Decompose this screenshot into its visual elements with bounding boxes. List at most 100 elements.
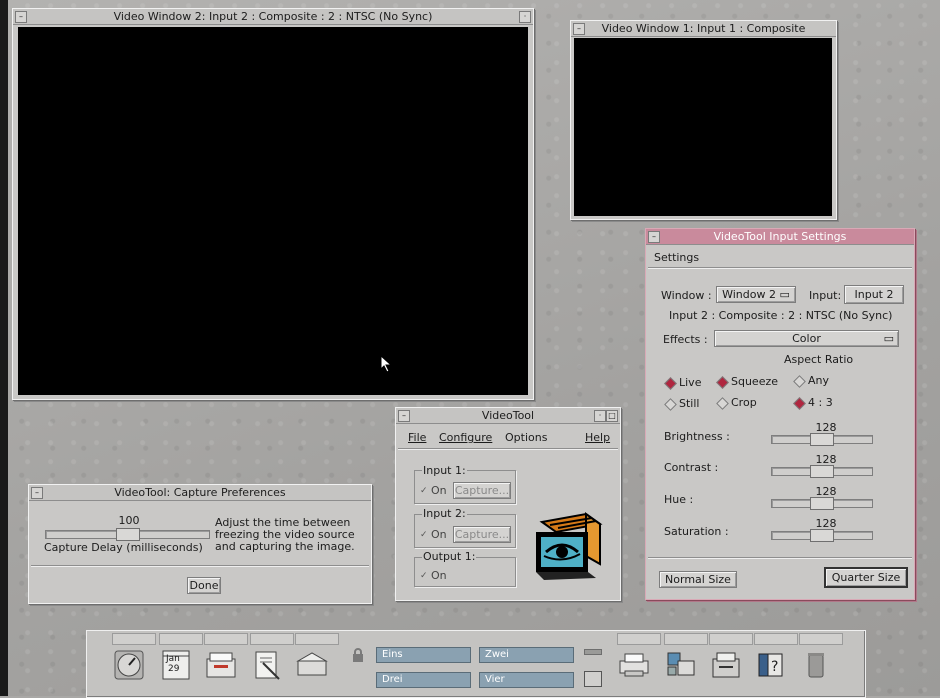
videotool-window[interactable]: VideoTool – · □ File Configure Options H…	[395, 407, 621, 601]
aspect-ratio-label: Aspect Ratio	[784, 353, 854, 366]
menu-help[interactable]: Help	[585, 431, 610, 444]
menu-configure[interactable]: Configure	[439, 431, 492, 444]
hue-slider[interactable]	[771, 497, 873, 510]
capture-prefs-title: VideoTool: Capture Preferences	[114, 486, 286, 499]
capture-prefs-titlebar[interactable]: VideoTool: Capture Preferences	[29, 485, 371, 501]
radio-4-3[interactable]: 4 : 3	[793, 396, 833, 410]
style-manager-icon[interactable]	[664, 649, 698, 683]
video-window-2-title: Video Window 2: Input 2 : Composite : 2 …	[113, 10, 433, 23]
video-window-2-titlebar[interactable]: Video Window 2: Input 2 : Composite : 2 …	[13, 9, 533, 25]
lock-icon[interactable]	[352, 647, 364, 666]
text-editor-icon[interactable]	[250, 649, 284, 683]
radio-still[interactable]: Still	[664, 397, 699, 411]
video-window-1-titlebar[interactable]: Video Window 1: Input 1 : Composite	[571, 21, 836, 37]
check-icon: ✓	[420, 485, 428, 496]
capture-help-line3: and capturing the image.	[215, 540, 355, 553]
quarter-size-button[interactable]: Quarter Size	[824, 567, 908, 588]
input-label: Input:	[809, 289, 842, 302]
saturation-slider[interactable]	[771, 529, 873, 542]
dock-subpanel-tab[interactable]	[664, 633, 708, 645]
input2-label: Input 2:	[422, 507, 467, 520]
capture-delay-value: 100	[118, 514, 140, 527]
dock-subpanel-tab[interactable]	[799, 633, 843, 645]
videotool-titlebar[interactable]: VideoTool	[396, 408, 620, 424]
window-menu-button[interactable]: –	[648, 231, 660, 243]
input1-on-checkbox[interactable]: ✓ On	[420, 484, 447, 497]
capture-delay-slider[interactable]	[45, 528, 210, 541]
effects-select[interactable]: Color ▭	[714, 330, 899, 347]
hue-label: Hue :	[664, 493, 694, 506]
dock-subpanel-tab[interactable]	[112, 633, 156, 645]
maximize-button[interactable]: □	[606, 410, 618, 422]
contrast-slider[interactable]	[771, 465, 873, 478]
slider-thumb[interactable]	[810, 465, 834, 478]
input-button[interactable]: Input 2	[844, 285, 904, 304]
workspace-vier[interactable]: Vier	[479, 672, 574, 688]
workspace-drei[interactable]: Drei	[376, 672, 471, 688]
screen-bezel	[0, 0, 8, 696]
calendar-month: Jan	[166, 654, 180, 664]
workspace-zwei[interactable]: Zwei	[479, 647, 574, 663]
video-window-1[interactable]: Video Window 1: Input 1 : Composite –	[570, 20, 837, 220]
exit-icon[interactable]	[584, 671, 602, 687]
video-window-2[interactable]: Video Window 2: Input 2 : Composite : 2 …	[12, 8, 534, 400]
minimize-button[interactable]: ·	[594, 410, 606, 422]
effects-label: Effects :	[663, 333, 708, 346]
radio-on-icon	[716, 375, 729, 389]
calendar-icon[interactable]: Jan 29	[159, 649, 193, 683]
help-manager-icon[interactable]: ?	[754, 649, 788, 683]
source-info: Input 2 : Composite : 2 : NTSC (No Sync)	[669, 309, 893, 322]
slider-thumb[interactable]	[810, 433, 834, 446]
input-settings-title: VideoTool Input Settings	[713, 230, 847, 243]
calendar-day: 29	[168, 664, 180, 674]
front-panel: Jan 29 Eins Zwei Drei Vier ?	[86, 630, 866, 698]
videotool-title: VideoTool	[481, 409, 535, 422]
radio-squeeze[interactable]: Squeeze	[716, 375, 778, 389]
menu-options[interactable]: Options	[505, 431, 547, 444]
radio-crop[interactable]: Crop	[716, 396, 757, 410]
input1-capture-button[interactable]: Capture...	[453, 482, 511, 499]
video-display-2	[18, 27, 528, 395]
dock-subpanel-tab[interactable]	[754, 633, 798, 645]
application-manager-icon[interactable]	[709, 649, 743, 683]
dock-subpanel-tab[interactable]	[159, 633, 203, 645]
menu-file[interactable]: File	[408, 431, 426, 444]
chevron-down-icon: ▭	[883, 332, 894, 345]
radio-any[interactable]: Any	[793, 374, 829, 388]
window-select[interactable]: Window 2 ▭	[716, 286, 796, 303]
check-icon: ✓	[420, 529, 428, 540]
minimize-button[interactable]: ·	[519, 11, 531, 23]
dock-subpanel-tab[interactable]	[295, 633, 339, 645]
dock-subpanel-tab[interactable]	[250, 633, 294, 645]
output1-on-checkbox[interactable]: ✓ On	[420, 569, 447, 582]
window-menu-button[interactable]: –	[15, 11, 27, 23]
mail-icon[interactable]	[295, 649, 329, 683]
trash-icon[interactable]	[799, 649, 833, 683]
window-menu-button[interactable]: –	[31, 487, 43, 499]
menu-settings[interactable]: Settings	[654, 251, 699, 264]
file-manager-icon[interactable]	[204, 649, 238, 683]
input2-capture-button[interactable]: Capture...	[453, 526, 511, 543]
clock-icon[interactable]	[112, 649, 146, 683]
slider-thumb[interactable]	[116, 528, 140, 541]
input-settings-window[interactable]: VideoTool Input Settings – Settings Wind…	[645, 228, 915, 600]
normal-size-button[interactable]: Normal Size	[659, 571, 737, 588]
button-separator	[31, 565, 369, 567]
workspace-eins[interactable]: Eins	[376, 647, 471, 663]
input2-on-checkbox[interactable]: ✓ On	[420, 528, 447, 541]
dock-subpanel-tab[interactable]	[617, 633, 661, 645]
window-menu-button[interactable]: –	[573, 23, 585, 35]
capture-preferences-window[interactable]: VideoTool: Capture Preferences – 100 Cap…	[28, 484, 372, 604]
input-settings-titlebar[interactable]: VideoTool Input Settings	[646, 229, 914, 245]
contrast-label: Contrast :	[664, 461, 719, 474]
dock-subpanel-tab[interactable]	[709, 633, 753, 645]
printer-icon[interactable]	[617, 649, 651, 683]
window-menu-button[interactable]: –	[398, 410, 410, 422]
svg-text:?: ?	[771, 659, 778, 675]
brightness-slider[interactable]	[771, 433, 873, 446]
slider-thumb[interactable]	[810, 529, 834, 542]
dock-subpanel-tab[interactable]	[204, 633, 248, 645]
slider-thumb[interactable]	[810, 497, 834, 510]
radio-live[interactable]: Live	[664, 376, 701, 390]
done-button[interactable]: Done	[187, 577, 221, 594]
